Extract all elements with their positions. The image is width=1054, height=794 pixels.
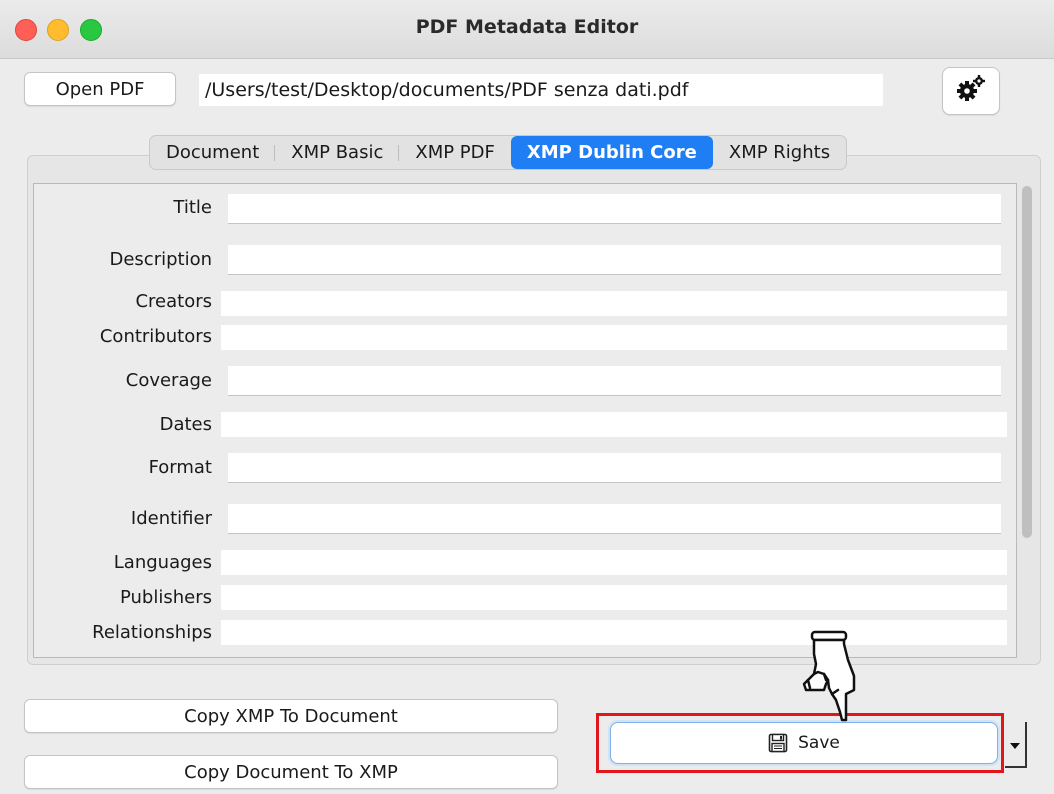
languages-label: Languages: [113, 552, 212, 573]
scrollbar-thumb[interactable]: [1022, 186, 1032, 538]
tab-xmp-basic[interactable]: XMP Basic: [275, 136, 400, 169]
form-scrollbar[interactable]: [1018, 186, 1036, 656]
dates-label: Dates: [159, 414, 212, 435]
coverage-field[interactable]: [228, 366, 1001, 396]
relationships-field[interactable]: [221, 620, 1007, 645]
title-label: Title: [173, 197, 212, 218]
publishers-label: Publishers: [119, 587, 212, 608]
contributors-field[interactable]: [221, 325, 1007, 350]
format-field[interactable]: [228, 453, 1001, 483]
floppy-disk-icon: [768, 733, 788, 753]
copy-xmp-to-document-button[interactable]: Copy XMP To Document: [24, 699, 558, 733]
dates-field[interactable]: [221, 412, 1007, 437]
tab-xmp-rights[interactable]: XMP Rights: [713, 136, 846, 169]
tab-xmp-pdf[interactable]: XMP PDF: [399, 136, 511, 169]
description-label: Description: [109, 249, 212, 270]
open-pdf-button[interactable]: Open PDF: [24, 72, 176, 106]
identifier-label: Identifier: [130, 508, 212, 529]
file-path-field[interactable]: /Users/test/Desktop/documents/PDF senza …: [199, 74, 883, 106]
pointing-hand-icon: [802, 630, 856, 722]
save-button[interactable]: Save: [610, 722, 998, 764]
relationships-label: Relationships: [92, 622, 212, 643]
coverage-label: Coverage: [125, 370, 212, 391]
window-titlebar: PDF Metadata Editor: [0, 0, 1054, 59]
dropdown-arrow-icon: [1010, 735, 1020, 754]
gear-icon: [955, 73, 987, 110]
copy-document-to-xmp-button[interactable]: Copy Document To XMP: [24, 755, 558, 789]
contributors-label: Contributors: [99, 326, 212, 347]
save-button-label: Save: [798, 733, 840, 753]
creators-label: Creators: [135, 291, 212, 312]
publishers-field[interactable]: [221, 585, 1007, 610]
identifier-field[interactable]: [228, 504, 1001, 534]
tab-document[interactable]: Document: [150, 136, 276, 169]
creators-field[interactable]: [221, 291, 1007, 316]
tab-xmp-dublin-core[interactable]: XMP Dublin Core: [510, 136, 713, 169]
languages-field[interactable]: [221, 550, 1007, 575]
settings-button[interactable]: [942, 67, 1000, 115]
title-field[interactable]: [228, 194, 1001, 224]
tab-bar: Document XMP Basic XMP PDF XMP Dublin Co…: [149, 135, 848, 170]
description-field[interactable]: [228, 245, 1001, 275]
save-options-dropdown[interactable]: [1005, 722, 1027, 768]
window-title: PDF Metadata Editor: [415, 16, 639, 38]
format-label: Format: [148, 457, 212, 478]
